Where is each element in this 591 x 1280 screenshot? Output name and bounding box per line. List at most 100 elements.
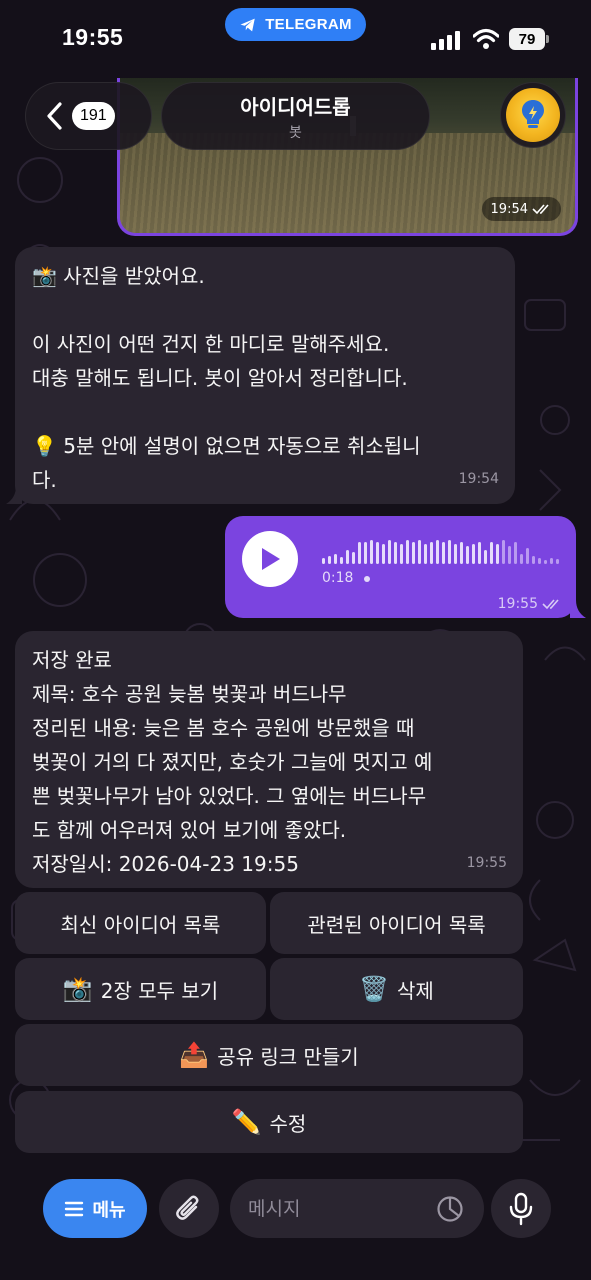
waveform-bar: [328, 556, 331, 564]
waveform-bar: [364, 542, 367, 564]
paperclip-icon: [176, 1195, 199, 1220]
waveform-bar: [412, 542, 415, 564]
wifi-icon: [473, 28, 499, 49]
waveform-bar: [358, 542, 361, 564]
double-check-icon: [542, 599, 559, 610]
waveform-bar: [532, 556, 535, 564]
delete-button[interactable]: 🗑️ 삭제: [270, 958, 523, 1020]
telegram-icon: [240, 18, 255, 31]
photo-time-text: 19:54: [490, 201, 528, 217]
waveform-bar: [520, 554, 523, 564]
message-line: 📸 사진을 받았어요.: [32, 264, 205, 288]
sticker-icon[interactable]: [436, 1195, 464, 1223]
waveform-bar: [472, 544, 475, 564]
delete-label: 삭제: [397, 978, 434, 1003]
play-icon: [262, 548, 280, 570]
bubble-tail: [6, 486, 22, 504]
message-time: 19:54: [458, 471, 499, 487]
waveform-bar: [418, 540, 421, 564]
battery-icon: 79: [509, 28, 545, 50]
pencil-icon: ✏️: [231, 1108, 262, 1136]
waveform-bar: [430, 542, 433, 564]
view-all-photos-button[interactable]: 📸 2장 모두 보기: [15, 958, 266, 1020]
waveform-bar: [388, 540, 391, 564]
message-line: 도 함께 어우러져 있어 보기에 좋았다.: [32, 818, 347, 842]
chat-title: 아이디어드롭: [240, 94, 351, 119]
waveform-bar: [502, 540, 505, 564]
bot-menu-button[interactable]: 메뉴: [43, 1179, 147, 1238]
microphone-icon: [509, 1192, 533, 1225]
message-line: 저장일시: 2026-04-23 19:55: [32, 852, 299, 876]
chat-title-button[interactable]: 아이디어드롭 봇: [161, 82, 430, 150]
status-bar: 19:55 TELEGRAM 79: [0, 0, 591, 78]
bubble-tail: [570, 600, 586, 618]
waveform-bar: [382, 544, 385, 564]
waveform-bar: [322, 558, 325, 564]
message-time: 19:55: [466, 855, 507, 871]
menu-label: 메뉴: [92, 1199, 126, 1221]
unread-count-badge: 191: [72, 102, 115, 130]
battery-nub: [546, 35, 549, 43]
waveform-bar: [370, 540, 373, 564]
message-line: 제목: 호수 공원 늦봄 벚꽃과 버드나무: [32, 682, 347, 706]
waveform-bar: [352, 552, 355, 564]
waveform-bar: [496, 544, 499, 564]
voice-duration: 0:18: [322, 570, 354, 586]
double-check-icon: [532, 204, 549, 215]
waveform-bar: [514, 542, 517, 564]
latest-ideas-button[interactable]: 최신 아이디어 목록: [15, 892, 266, 954]
message-line: 벚꽃이 거의 다 졌지만, 호숫가 그늘에 멋지고 예: [32, 750, 433, 774]
waveform-bar: [424, 544, 427, 564]
share-link-button[interactable]: 📤 공유 링크 만들기: [15, 1024, 523, 1086]
bot-avatar[interactable]: [500, 82, 566, 148]
waveform-bar: [436, 540, 439, 564]
back-button[interactable]: 191: [25, 82, 152, 150]
message-line: 이 사진이 어떤 건지 한 마디로 말해주세요.: [32, 332, 390, 356]
attach-button[interactable]: [159, 1179, 219, 1238]
message-line: 쁜 벚꽃나무가 남아 있었다. 그 옆에는 버드나무: [32, 784, 427, 808]
waveform-bar: [340, 557, 343, 564]
voice-waveform: [322, 540, 559, 564]
waveform-bar: [406, 540, 409, 564]
camera-flash-icon: 📸: [62, 975, 93, 1003]
outbox-tray-icon: 📤: [179, 1041, 210, 1069]
telegram-return-pill[interactable]: TELEGRAM: [225, 8, 366, 41]
related-ideas-button[interactable]: 관련된 아이디어 목록: [270, 892, 523, 954]
chevron-left-icon: [47, 102, 62, 130]
waveform-bar: [376, 542, 379, 564]
edit-button[interactable]: ✏️ 수정: [15, 1091, 523, 1153]
waveform-bar: [478, 542, 481, 564]
waveform-bar: [484, 550, 487, 564]
voice-message[interactable]: 0:18 19:55: [225, 516, 576, 618]
waveform-bar: [400, 544, 403, 564]
waveform-bar: [460, 542, 463, 564]
message-line: [32, 293, 497, 327]
edit-label: 수정: [269, 1111, 307, 1136]
waveform-bar: [544, 560, 547, 564]
waveform-bar: [550, 558, 553, 564]
message-line: 정리된 내용: 늦은 봄 호수 공원에 방문했을 때: [32, 716, 415, 740]
message-line: [32, 395, 497, 429]
message-line: 저장 완료: [32, 648, 112, 672]
voice-timestamp: 19:55: [498, 596, 562, 612]
message-line: 다.: [32, 468, 57, 492]
microphone-button[interactable]: [491, 1179, 551, 1238]
unplayed-dot: [364, 576, 370, 582]
waveform-bar: [394, 542, 397, 564]
voice-time-text: 19:55: [497, 596, 538, 612]
waveform-bar: [442, 542, 445, 564]
battery-level: 79: [518, 30, 536, 48]
play-button[interactable]: [242, 531, 298, 587]
menu-icon: [65, 1201, 84, 1216]
telegram-label: TELEGRAM: [265, 16, 352, 33]
waveform-bar: [448, 540, 451, 564]
view-all-label: 2장 모두 보기: [100, 978, 219, 1003]
latest-ideas-label: 최신 아이디어 목록: [60, 912, 221, 937]
waveform-bar: [556, 559, 559, 564]
trash-icon: 🗑️: [359, 975, 390, 1003]
waveform-bar: [490, 542, 493, 564]
bot-message-photo-received: 📸 사진을 받았어요. 이 사진이 어떤 건지 한 마디로 말해주세요. 대충 …: [15, 247, 515, 504]
waveform-bar: [346, 550, 349, 564]
waveform-bar: [526, 548, 529, 564]
waveform-bar: [334, 554, 337, 564]
